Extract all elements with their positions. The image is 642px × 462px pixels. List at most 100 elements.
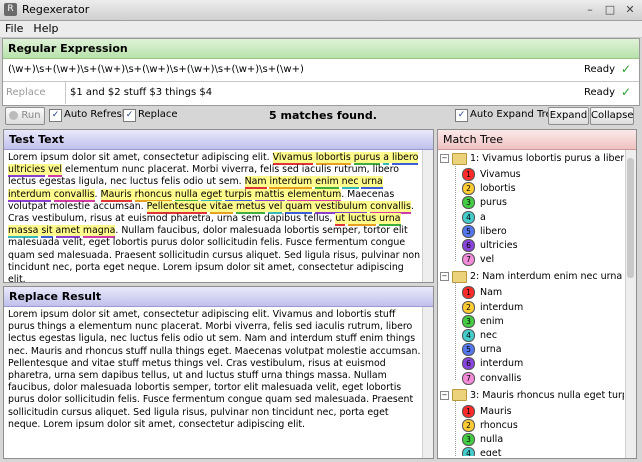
replace-input[interactable]: Replace with $1 and $2 stuff $3 things $…: [3, 82, 639, 120]
match-tree[interactable]: − 1: Vivamus lobortis purus a libero u 1 Vi…: [440, 152, 624, 456]
match-group-5: libero: [392, 152, 419, 165]
tree-group-label: Nam: [480, 287, 503, 299]
title-bar: R Regexerator – □ ✕: [0, 0, 642, 21]
folder-icon: [452, 389, 467, 402]
auto-expand-checkbox[interactable]: ✓: [455, 109, 468, 122]
match-group-6: ultricies: [8, 164, 46, 178]
collapse-button[interactable]: Collapse: [590, 107, 634, 125]
replace-result-panel: Replace Result Lorem ipsum dolor sit ame…: [3, 286, 434, 459]
tree-group-node[interactable]: 3 purus: [462, 196, 507, 210]
tree-group-node[interactable]: 5 urna: [462, 343, 502, 357]
match-group-4: vel: [268, 200, 283, 214]
match-group-1: ut: [335, 213, 345, 227]
match-group-7: elementum: [287, 188, 342, 202]
maximize-button[interactable]: □: [602, 2, 618, 17]
tree-group-node[interactable]: 3 nulla: [462, 433, 503, 447]
match-group-6: interdum: [8, 188, 51, 202]
checkmark-icon: ✓: [620, 62, 631, 76]
close-button[interactable]: ✕: [622, 2, 638, 17]
match-group-3: purus: [353, 152, 381, 165]
auto-refresh-label: Auto Refresh: [64, 109, 129, 120]
match-group-3: metus: [235, 200, 266, 214]
tree-group-node[interactable]: 4 nec: [462, 329, 497, 343]
text-span: .: [94, 188, 101, 200]
replace-result-scrollbar[interactable]: [422, 307, 433, 458]
tree-group-label: lobortis: [480, 183, 516, 195]
tree-group-label: convallis: [480, 372, 522, 384]
tree-group-node[interactable]: 4a: [462, 210, 486, 225]
group-number-icon: 1: [462, 168, 475, 181]
replace-status: Ready: [583, 87, 615, 98]
group-number-icon: 5: [462, 224, 475, 238]
checkmark-icon: ✓: [620, 85, 631, 99]
collapse-toggle-icon[interactable]: −: [440, 272, 449, 282]
minimize-button[interactable]: –: [582, 2, 598, 17]
match-group-3: urna: [379, 213, 401, 227]
regex-status: Ready: [583, 64, 615, 75]
expand-button[interactable]: Expand: [548, 107, 589, 125]
tree-group-node[interactable]: 2 rhoncus: [462, 419, 518, 433]
tree-match-node[interactable]: − 2: Nam interdum enim nec urna int: [440, 270, 624, 284]
match-group-2: interdum: [269, 176, 313, 190]
tree-group-node[interactable]: 1 Vivamus: [462, 168, 521, 182]
match-tree-panel: Match Tree − 1: Vivamus lobortis purus a …: [437, 129, 637, 459]
tree-group-node[interactable]: 1 Nam: [462, 286, 502, 300]
group-number-icon: 1: [462, 404, 475, 418]
tree-group-node[interactable]: 7 vel: [462, 253, 494, 267]
match-group-3: nulla: [174, 188, 198, 202]
tree-group-node[interactable]: 6 interdum: [462, 357, 523, 371]
folder-icon: [452, 152, 467, 165]
match-group-6: amet: [55, 225, 80, 239]
replace-checkbox[interactable]: ✓: [123, 109, 136, 122]
tree-group-label: nec: [480, 330, 498, 341]
replace-checkbox-label: Replace: [138, 109, 178, 120]
group-number-icon: 2: [462, 300, 475, 314]
group-number-icon: 4: [462, 210, 475, 224]
menu-file[interactable]: File: [0, 21, 28, 35]
match-group-1: Mauris: [100, 188, 132, 202]
tree-group-label: ultricies: [480, 240, 518, 251]
tree-group-label: libero: [480, 225, 507, 237]
group-number-icon: 6: [462, 239, 475, 252]
tree-group-label: interdum: [480, 358, 524, 370]
regex-pattern: (\w+)\s+(\w+)\s+(\w+)\s+(\w+)\s+(\w+)\s+…: [8, 64, 304, 75]
tree-group-node[interactable]: 2 interdum: [462, 300, 523, 315]
regex-input[interactable]: (\w+)\s+(\w+)\s+(\w+)\s+(\w+)\s+(\w+)\s+…: [3, 59, 639, 82]
tree-match-label: 2: Nam interdum enim nec urna int: [470, 271, 624, 283]
collapse-toggle-icon[interactable]: −: [440, 154, 449, 163]
tree-group-node[interactable]: 2 lobortis: [462, 182, 516, 196]
tree-group-node[interactable]: 1 Mauris: [462, 404, 512, 419]
run-button[interactable]: Run: [5, 107, 45, 125]
tree-group-node[interactable]: 4 eget: [462, 447, 501, 456]
tree-match-label: 1: Vivamus lobortis purus a libero u: [470, 153, 624, 164]
tree-match-node[interactable]: − 3: Mauris rhoncus nulla eget turpis: [440, 389, 624, 403]
replace-result-text: Lorem ipsum dolor sit amet, consectetur …: [8, 309, 421, 430]
run-icon: [9, 110, 19, 120]
match-group-6: vestibulum: [315, 200, 368, 214]
auto-refresh-checkbox[interactable]: ✓: [49, 109, 62, 122]
match-group-2: vitae: [209, 200, 233, 214]
match-group-5: quam: [285, 200, 313, 214]
tree-connector-line: [455, 400, 456, 456]
match-group-6: mattis: [254, 188, 285, 202]
group-number-icon: 4: [462, 447, 475, 456]
match-group-1: Vivamus: [272, 152, 313, 165]
match-tree-scrollbar[interactable]: [625, 150, 636, 458]
tree-group-node[interactable]: 6 ultricies: [462, 239, 518, 253]
match-group-7: vel: [48, 164, 62, 178]
group-number-icon: 3: [462, 314, 475, 328]
scroll-thumb[interactable]: [627, 158, 634, 278]
match-group-4: eget: [200, 188, 222, 202]
menu-bar: File Help: [0, 21, 642, 38]
group-number-icon: 7: [462, 253, 475, 267]
collapse-toggle-icon[interactable]: −: [440, 390, 449, 400]
menu-help[interactable]: Help: [28, 21, 63, 35]
tree-connector-line: [455, 164, 456, 262]
test-text-area[interactable]: Lorem ipsum dolor sit amet, consectetur …: [8, 152, 421, 286]
tree-group-node[interactable]: 5 libero: [462, 224, 507, 239]
tree-group-node[interactable]: 7 convallis: [462, 371, 522, 386]
test-text-scrollbar[interactable]: [422, 150, 433, 282]
match-group-3: enim: [315, 176, 339, 190]
tree-group-node[interactable]: 3 enim: [462, 314, 504, 329]
tree-match-node[interactable]: − 1: Vivamus lobortis purus a libero u: [440, 152, 624, 166]
